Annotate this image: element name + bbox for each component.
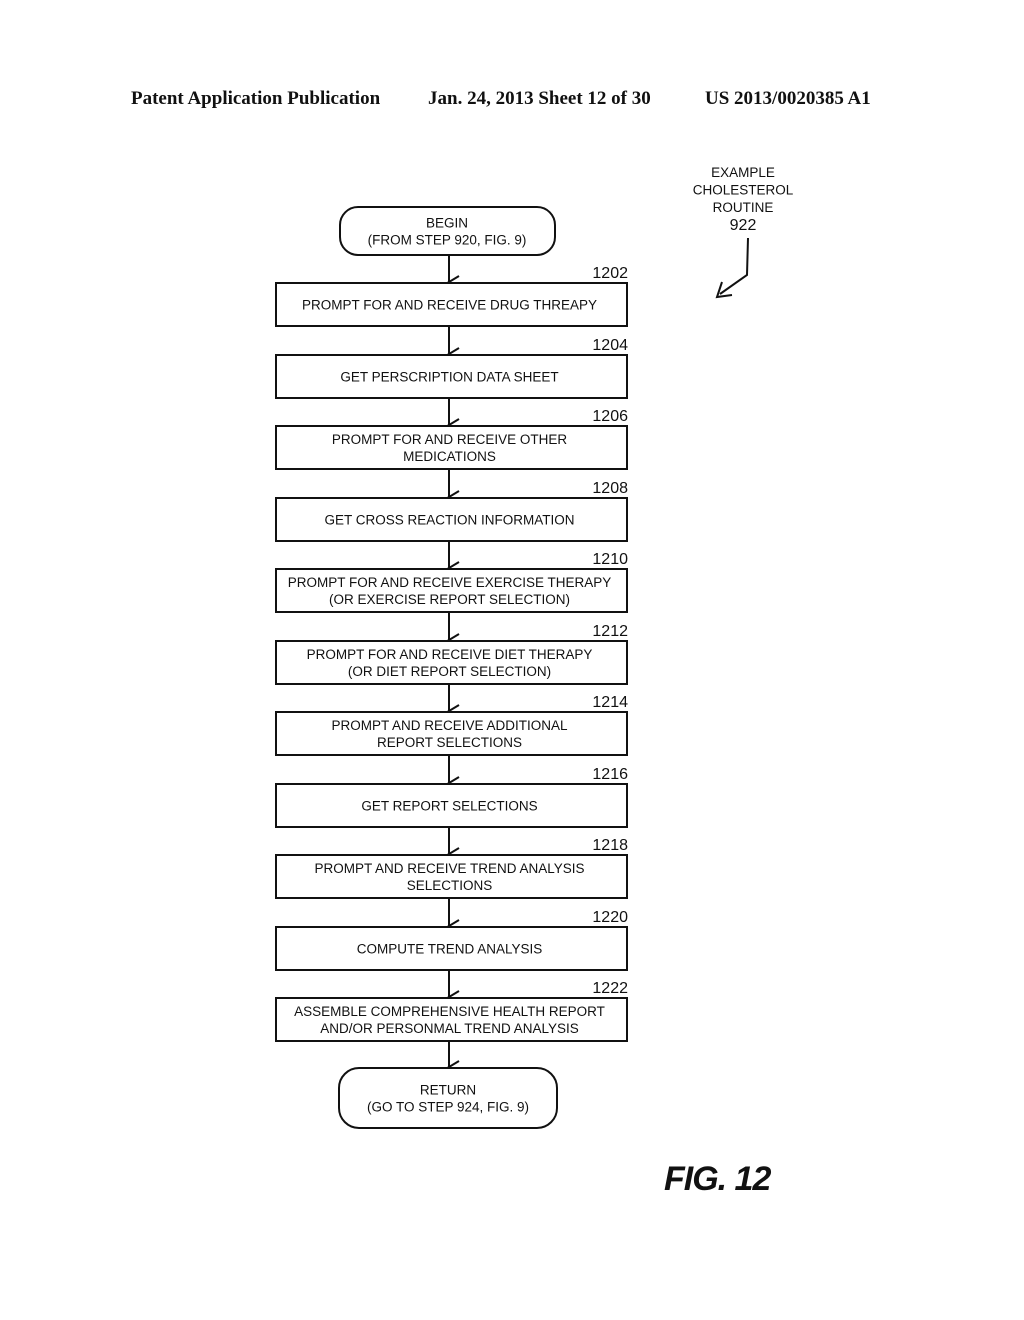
flow-steps: BEGIN (FROM STEP 920, FIG. 9) 1202 PROMPT F… [275, 206, 628, 1129]
step-number: 1212 [592, 623, 628, 640]
step-text: MEDICATIONS [403, 449, 496, 464]
step-number: 1208 [592, 480, 628, 497]
step-text: ASSEMBLE COMPREHENSIVE HEALTH REPORT [294, 1004, 605, 1019]
step-text: GET CROSS REACTION INFORMATION [324, 513, 574, 528]
step-number: 1216 [592, 766, 628, 783]
step-text: (OR EXERCISE REPORT SELECTION) [329, 592, 570, 607]
step-number: 1206 [592, 408, 628, 425]
step-number: 1214 [592, 694, 628, 711]
step-text: GET PERSCRIPTION DATA SHEET [340, 370, 558, 385]
leader-arrowhead-icon [715, 281, 733, 299]
routine-label-line: EXAMPLE [711, 165, 775, 180]
routine-label-line: ROUTINE [713, 200, 774, 215]
step-number: 1204 [592, 337, 628, 354]
begin-text: BEGIN [426, 216, 468, 231]
return-terminal [338, 1067, 558, 1129]
step-text: PROMPT FOR AND RECEIVE DRUG THREAPY [302, 298, 597, 313]
step-number: 1222 [592, 980, 628, 997]
step-text: COMPUTE TREND ANALYSIS [357, 942, 543, 957]
step-text: PROMPT AND RECEIVE TREND ANALYSIS [314, 861, 584, 876]
step-text: GET REPORT SELECTIONS [361, 799, 537, 814]
begin-text: (FROM STEP 920, FIG. 9) [368, 233, 527, 248]
routine-label-line: CHOLESTEROL [693, 183, 794, 198]
step-number: 1210 [592, 551, 628, 568]
step-number: 1220 [592, 909, 628, 926]
figure-label: FIG. 12 [664, 1160, 771, 1198]
step-text: AND/OR PERSONMAL TREND ANALYSIS [320, 1021, 579, 1036]
step-text: PROMPT FOR AND RECEIVE DIET THERAPY [307, 647, 593, 662]
step-text: SELECTIONS [407, 878, 493, 893]
step-text: (OR DIET REPORT SELECTION) [348, 664, 551, 679]
step-number: 1202 [592, 265, 628, 282]
step-number: 1218 [592, 837, 628, 854]
return-text: (GO TO STEP 924, FIG. 9) [367, 1100, 529, 1115]
flowchart: EXAMPLE CHOLESTEROL ROUTINE 922 BEGIN (FROM … [275, 165, 794, 1129]
begin-terminal [339, 206, 556, 256]
step-text: REPORT SELECTIONS [377, 735, 522, 750]
step-text: PROMPT FOR AND RECEIVE OTHER [332, 432, 568, 447]
routine-label: EXAMPLE CHOLESTEROL ROUTINE 922 [693, 165, 794, 299]
leader-arrow-icon [719, 237, 749, 295]
return-text: RETURN [420, 1083, 476, 1098]
step-text: PROMPT AND RECEIVE ADDITIONAL [331, 718, 568, 733]
step-text: PROMPT FOR AND RECEIVE EXERCISE THERAPY [288, 575, 612, 590]
routine-number: 922 [730, 217, 757, 234]
